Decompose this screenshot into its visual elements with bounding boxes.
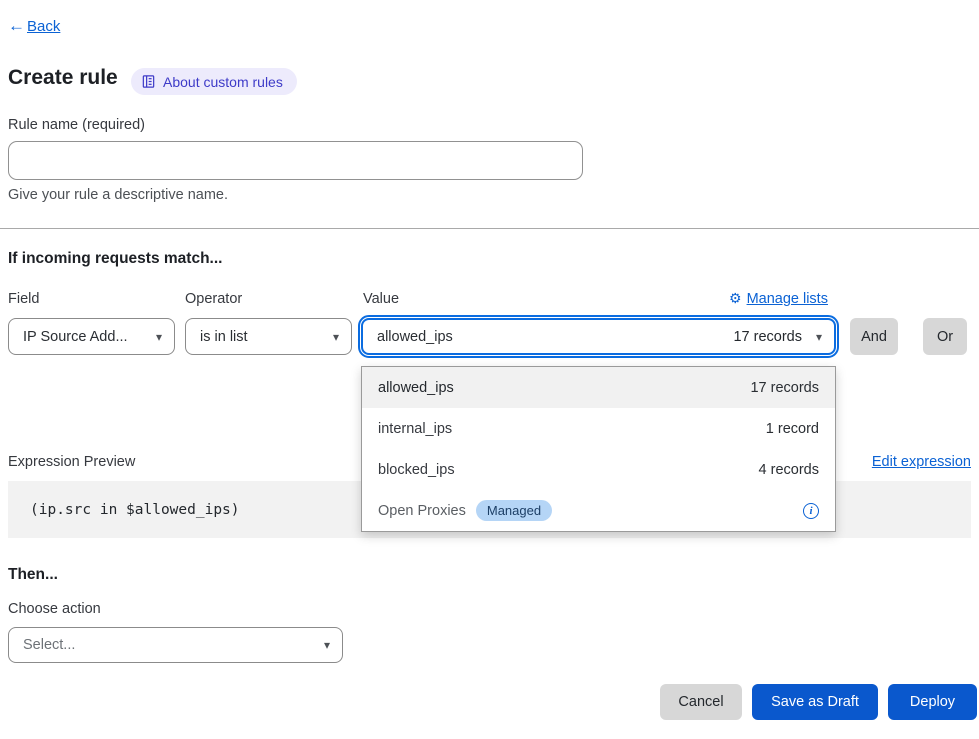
save-as-draft-button[interactable]: Save as Draft	[752, 684, 878, 720]
list-record-count: 17 records	[750, 380, 819, 396]
value-dropdown-menu: allowed_ips 17 records internal_ips 1 re…	[361, 366, 836, 532]
chevron-down-icon: ▾	[333, 330, 339, 344]
list-name: blocked_ips	[378, 462, 455, 478]
action-select-placeholder: Select...	[23, 637, 75, 653]
operator-select[interactable]: is in list ▾	[185, 318, 352, 355]
expression-preview-label: Expression Preview	[8, 454, 135, 470]
dropdown-item-internal-ips[interactable]: internal_ips 1 record	[362, 408, 835, 449]
back-arrow-icon: ←	[8, 16, 25, 36]
value-select[interactable]: allowed_ips 17 records ▾	[361, 318, 836, 355]
about-custom-rules-badge[interactable]: About custom rules	[131, 68, 297, 95]
list-name: internal_ips	[378, 421, 452, 437]
field-select-value: IP Source Add...	[23, 329, 128, 345]
section-divider	[0, 228, 979, 229]
chevron-down-icon: ▾	[324, 638, 330, 652]
field-select[interactable]: IP Source Add... ▾	[8, 318, 175, 355]
dropdown-item-blocked-ips[interactable]: blocked_ips 4 records	[362, 449, 835, 490]
list-record-count: 1 record	[766, 421, 819, 437]
field-column-label: Field	[8, 291, 39, 307]
managed-badge: Managed	[476, 500, 552, 521]
rule-name-input[interactable]	[8, 141, 583, 180]
dropdown-item-allowed-ips[interactable]: allowed_ips 17 records	[362, 367, 835, 408]
operator-select-value: is in list	[200, 329, 248, 345]
match-section-heading: If incoming requests match...	[8, 250, 222, 268]
back-link-label: Back	[27, 18, 60, 35]
value-select-value: allowed_ips	[377, 329, 453, 345]
cancel-button[interactable]: Cancel	[660, 684, 742, 720]
dropdown-item-open-proxies[interactable]: Open Proxies Managed i	[362, 490, 835, 531]
page-title: Create rule	[8, 66, 118, 90]
edit-expression-link[interactable]: Edit expression	[872, 454, 971, 470]
and-button[interactable]: And	[850, 318, 898, 355]
value-column-label: Value	[363, 291, 399, 307]
chevron-down-icon: ▾	[816, 330, 822, 344]
back-link[interactable]: ←Back	[8, 16, 60, 36]
list-name: allowed_ips	[378, 380, 454, 396]
book-icon	[141, 74, 156, 89]
or-button[interactable]: Or	[923, 318, 967, 355]
about-badge-label: About custom rules	[163, 74, 283, 90]
rule-name-helper-text: Give your rule a descriptive name.	[8, 187, 228, 203]
rule-name-label: Rule name (required)	[8, 117, 145, 133]
list-name: Open Proxies	[378, 503, 466, 519]
info-icon[interactable]: i	[803, 503, 819, 519]
manage-lists-link[interactable]: ⚙ Manage lists	[729, 290, 828, 307]
expression-code: (ip.src in $allowed_ips)	[30, 502, 240, 518]
choose-action-label: Choose action	[8, 601, 101, 617]
manage-lists-label: Manage lists	[747, 291, 828, 307]
value-select-records: 17 records	[733, 329, 802, 345]
gear-icon: ⚙	[729, 290, 742, 307]
action-select[interactable]: Select... ▾	[8, 627, 343, 663]
deploy-button[interactable]: Deploy	[888, 684, 977, 720]
list-record-count: 4 records	[759, 462, 819, 478]
chevron-down-icon: ▾	[156, 330, 162, 344]
then-section-heading: Then...	[8, 566, 58, 584]
operator-column-label: Operator	[185, 291, 242, 307]
